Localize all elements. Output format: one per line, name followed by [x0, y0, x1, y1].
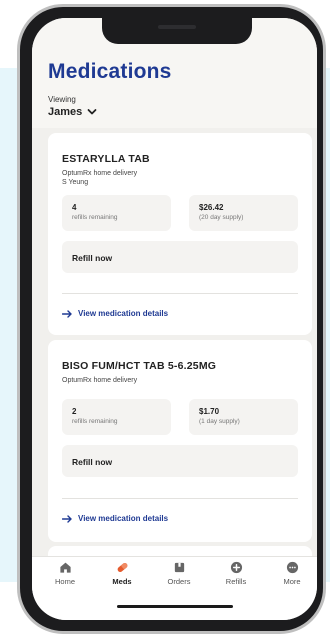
medication-card: BISO FUM/HCT TAB 5-6.25MG OptumRx home d…: [48, 340, 312, 542]
view-medication-details-link[interactable]: View medication details: [62, 309, 168, 318]
tab-label: More: [283, 577, 301, 586]
tab-more[interactable]: More: [268, 561, 316, 586]
tab-label: Meds: [112, 577, 132, 586]
price-value: $26.42: [199, 203, 224, 212]
price-box: $26.42 (20 day supply): [189, 195, 298, 231]
member-selector[interactable]: James: [48, 106, 97, 118]
details-link-label: View medication details: [78, 514, 169, 523]
supply-label: (20 day supply): [199, 214, 244, 221]
tab-label: Refills: [225, 577, 247, 586]
arrow-right-icon: [62, 514, 72, 523]
refill-now-button[interactable]: Refill now: [62, 445, 298, 477]
medication-list: ESTARYLLA TAB OptumRx home delivery S Ye…: [32, 128, 317, 586]
home-indicator: [117, 605, 233, 608]
more-icon: [286, 561, 298, 574]
chevron-down-icon: [87, 109, 97, 115]
bottom-tab-bar: Home Meds Orders Refills More: [32, 556, 317, 620]
tab-label: Home: [54, 577, 75, 586]
pharmacy-source: OptumRx home delivery: [62, 377, 138, 384]
tab-home[interactable]: Home: [41, 561, 89, 586]
refills-count: 2: [72, 407, 77, 416]
page-title: Medications: [48, 60, 172, 83]
phone-notch: [102, 18, 252, 44]
view-medication-details-link[interactable]: View medication details: [62, 514, 168, 523]
viewing-label: Viewing: [48, 95, 76, 104]
medication-card: ESTARYLLA TAB OptumRx home delivery S Ye…: [48, 133, 312, 335]
supply-label: (1 day supply): [199, 418, 240, 425]
details-link-label: View medication details: [78, 309, 169, 318]
refill-now-button[interactable]: Refill now: [62, 241, 298, 273]
tab-orders[interactable]: Orders: [155, 561, 203, 586]
card-divider: [62, 498, 298, 499]
arrow-right-icon: [62, 309, 72, 318]
home-icon: [59, 562, 71, 573]
card-divider: [62, 293, 298, 294]
medication-name: BISO FUM/HCT TAB 5-6.25MG: [62, 360, 217, 372]
member-name: James: [48, 106, 83, 118]
tab-refills[interactable]: Refills: [212, 561, 260, 586]
tab-meds[interactable]: Meds: [98, 561, 146, 586]
refills-label: refills remaining: [72, 214, 118, 221]
refills-count: 4: [72, 203, 77, 212]
refill-now-label: Refill now: [72, 253, 113, 263]
package-icon: [174, 562, 184, 573]
refills-box: 2 refills remaining: [62, 399, 171, 435]
refill-now-label: Refill now: [72, 457, 113, 467]
medication-name: ESTARYLLA TAB: [62, 153, 150, 165]
speaker-grille: [158, 25, 196, 29]
prescriber-name: S Yeung: [62, 179, 89, 186]
tab-label: Orders: [167, 577, 191, 586]
refills-box: 4 refills remaining: [62, 195, 171, 231]
price-value: $1.70: [199, 407, 220, 416]
refills-label: refills remaining: [72, 418, 118, 425]
plus-circle-icon: [230, 561, 242, 574]
pharmacy-source: OptumRx home delivery: [62, 170, 138, 177]
phone-screen: Medications Viewing James ESTARYLLA TAB …: [32, 18, 317, 620]
price-box: $1.70 (1 day supply): [189, 399, 298, 435]
pill-icon: [117, 562, 127, 573]
